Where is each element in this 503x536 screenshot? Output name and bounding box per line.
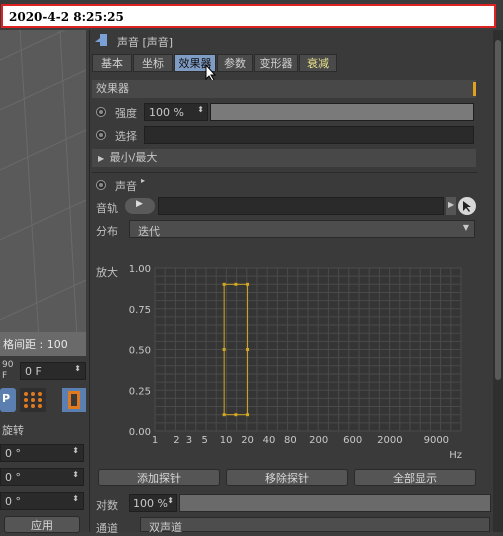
left-attribute-panel: 90 F 0 F ⬍ P 旋转 0 ° ⬍ 0 ° ⬍ 0 ° ⬍ 应用 [0, 356, 88, 533]
tab-basic[interactable]: 基本 [92, 54, 132, 72]
rotation-p-field[interactable]: 0 ° ⬍ [0, 468, 84, 486]
frame-unit-partial: F [2, 371, 8, 381]
distribution-label: 分布 [96, 225, 118, 238]
scrollbar[interactable] [493, 30, 503, 532]
stepper-icon[interactable]: ⬍ [197, 105, 204, 114]
stepper-icon[interactable]: ⬍ [74, 364, 81, 373]
object-title: 声音 [声音] [117, 36, 174, 49]
record-p-icon[interactable]: P [0, 388, 16, 412]
probe-handle[interactable] [222, 282, 226, 286]
timestamp-text: 2020-4-2 8:25:25 [9, 10, 124, 24]
minmax-collapsible[interactable]: ▶ 最小/最大 [92, 149, 476, 167]
x-tick-label: 9000 [424, 435, 449, 446]
x-tick-label: 2000 [377, 435, 402, 446]
pick-cursor-icon[interactable] [458, 197, 476, 215]
strength-slider[interactable] [210, 103, 474, 121]
tab-parameters[interactable]: 参数 [217, 54, 253, 72]
x-tick-label: 80 [284, 435, 297, 446]
stepper-icon[interactable]: ⬍ [72, 446, 79, 455]
tab-deformer[interactable]: 变形器 [254, 54, 298, 72]
channel-dropdown[interactable]: 双声道 [140, 517, 490, 534]
track-label: 音轨 [96, 202, 118, 215]
scrollbar-thumb[interactable] [495, 40, 501, 380]
selection-radio[interactable] [96, 130, 106, 140]
x-tick-label: 10 [220, 435, 233, 446]
effector-section-header: 效果器 [92, 80, 476, 98]
stepper-icon[interactable]: ⬍ [72, 470, 79, 479]
viewport-grid [0, 30, 86, 356]
x-tick-label: 2 [173, 435, 179, 446]
selection-field[interactable] [144, 126, 474, 144]
sound-triangle-icon: ▸ [141, 176, 146, 185]
collapse-arrow-icon: ▶ [98, 154, 105, 163]
timestamp-bar: 2020-4-2 8:25:25 [1, 4, 496, 28]
y-tick-label: 0.00 [129, 427, 151, 438]
viewport-3d[interactable]: 格间距 : 100 cm [0, 30, 86, 356]
probe-handle[interactable] [246, 413, 250, 417]
log-label: 对数 [96, 499, 118, 512]
y-tick-label: 0.50 [129, 346, 151, 357]
channel-label: 通道 [96, 522, 118, 535]
x-tick-label: 3 [186, 435, 192, 446]
frame-field[interactable]: 0 F ⬍ [20, 362, 86, 380]
log-slider[interactable] [179, 494, 491, 512]
strength-slider-fill [211, 104, 473, 120]
rotation-b-field[interactable]: 0 ° ⬍ [0, 492, 84, 510]
track-field[interactable] [158, 197, 444, 215]
chevron-down-icon: ▼ [462, 223, 469, 232]
grid-spacing-label: 格间距 : 100 cm [3, 338, 68, 356]
rotation-h-field[interactable]: 0 ° ⬍ [0, 444, 84, 462]
rotate-label: 旋转 [2, 424, 24, 437]
x-tick-label: 40 [263, 435, 276, 446]
strength-field[interactable]: 100 % ⬍ [144, 103, 208, 121]
speaker-object-icon [94, 32, 108, 48]
y-tick-label: 0.75 [129, 305, 151, 316]
show-all-button[interactable]: 全部显示 [354, 469, 476, 486]
tab-falloff[interactable]: 衰减 [299, 54, 337, 72]
spectrum-chart[interactable]: 1.00 0.75 0.50 0.25 0.00 1 2 3 5 10 20 40 80 200 600 2… [92, 255, 482, 465]
sound-radio[interactable] [96, 180, 106, 190]
x-tick-label: 5 [202, 435, 208, 446]
probe-handle[interactable] [234, 413, 238, 417]
keyframe-dots-icon[interactable] [20, 388, 46, 412]
x-tick-label: 1 [152, 435, 158, 446]
probe-handle[interactable] [234, 282, 238, 286]
add-probe-button[interactable]: 添加探针 [98, 469, 220, 486]
stepper-icon[interactable]: ⬍ [72, 494, 79, 503]
selection-label: 选择 [115, 130, 137, 143]
y-tick-label: 1.00 [129, 264, 151, 275]
apply-button[interactable]: 应用 [4, 516, 80, 533]
stepper-icon[interactable]: ⬍ [167, 496, 174, 505]
strength-label: 强度 [115, 107, 137, 120]
x-tick-label: 20 [241, 435, 254, 446]
distribution-dropdown[interactable]: 迭代 ▼ [129, 220, 475, 238]
log-field[interactable]: 100 % ⬍ [129, 494, 177, 512]
film-icon[interactable] [62, 388, 86, 412]
tab-coord[interactable]: 坐标 [133, 54, 173, 72]
frame-partial: 90 [2, 360, 14, 370]
x-tick-label: 200 [309, 435, 328, 446]
x-unit-label: Hz [449, 450, 462, 461]
track-menu-button[interactable]: ▶ [125, 198, 155, 214]
y-tick-label: 0.25 [129, 386, 151, 397]
remove-probe-button[interactable]: 移除探针 [226, 469, 348, 486]
track-expand-button[interactable]: ▶ [446, 197, 456, 215]
probe-handle[interactable] [246, 348, 250, 351]
probe-handle[interactable] [222, 413, 226, 417]
x-tick-label: 600 [343, 435, 362, 446]
probe-handle[interactable] [222, 348, 226, 351]
probe-handle[interactable] [246, 282, 250, 286]
strength-radio[interactable] [96, 107, 106, 117]
sound-label: 声音 [115, 180, 137, 193]
